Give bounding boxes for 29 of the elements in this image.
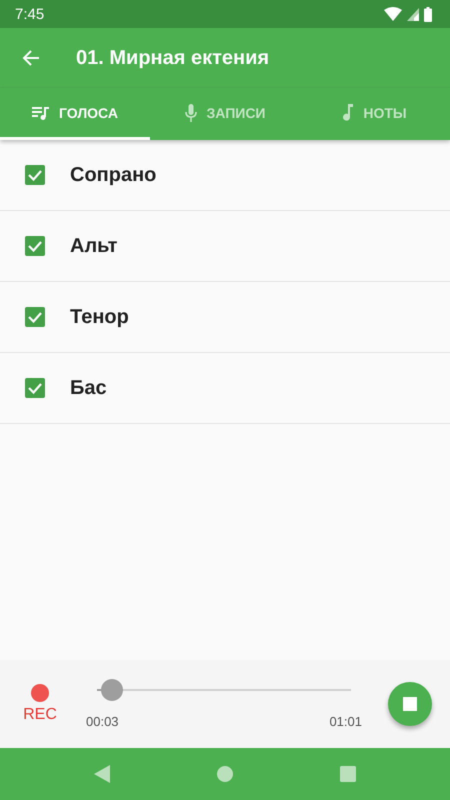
- battery-icon: [424, 6, 432, 22]
- clock: 7:45: [15, 6, 44, 22]
- stop-button[interactable]: [388, 682, 432, 726]
- total-time: 01:01: [329, 714, 362, 729]
- voice-label: Альт: [70, 234, 118, 258]
- checkbox[interactable]: [25, 307, 45, 327]
- tab[interactable]: ЗАПИСИ: [150, 88, 300, 140]
- voice-label: Бас: [70, 376, 107, 400]
- recents-icon[interactable]: [340, 766, 356, 782]
- tab[interactable]: НОТЫ: [300, 88, 450, 140]
- wifi-icon: [384, 7, 402, 21]
- playlist-icon: [32, 106, 50, 120]
- record-button[interactable]: REC: [0, 684, 80, 724]
- microphone-icon: [184, 104, 196, 122]
- voice-label: Сопрано: [70, 164, 156, 186]
- back-icon[interactable]: [94, 765, 110, 783]
- home-icon[interactable]: [216, 766, 233, 782]
- stop-icon: [403, 697, 417, 711]
- tab[interactable]: ГОЛОСА: [0, 88, 150, 140]
- signal-icon: [407, 8, 419, 20]
- screen-title: 01. Мирная ектения: [76, 46, 270, 70]
- record-icon: [31, 684, 49, 702]
- checkbox[interactable]: [25, 236, 45, 256]
- music-note-icon: [343, 104, 354, 121]
- voice-label: Тенор: [70, 306, 129, 328]
- slider-thumb[interactable]: [101, 679, 124, 701]
- elapsed-time: 00:03: [86, 714, 119, 729]
- checkbox[interactable]: [25, 165, 45, 185]
- checkbox[interactable]: [25, 378, 45, 398]
